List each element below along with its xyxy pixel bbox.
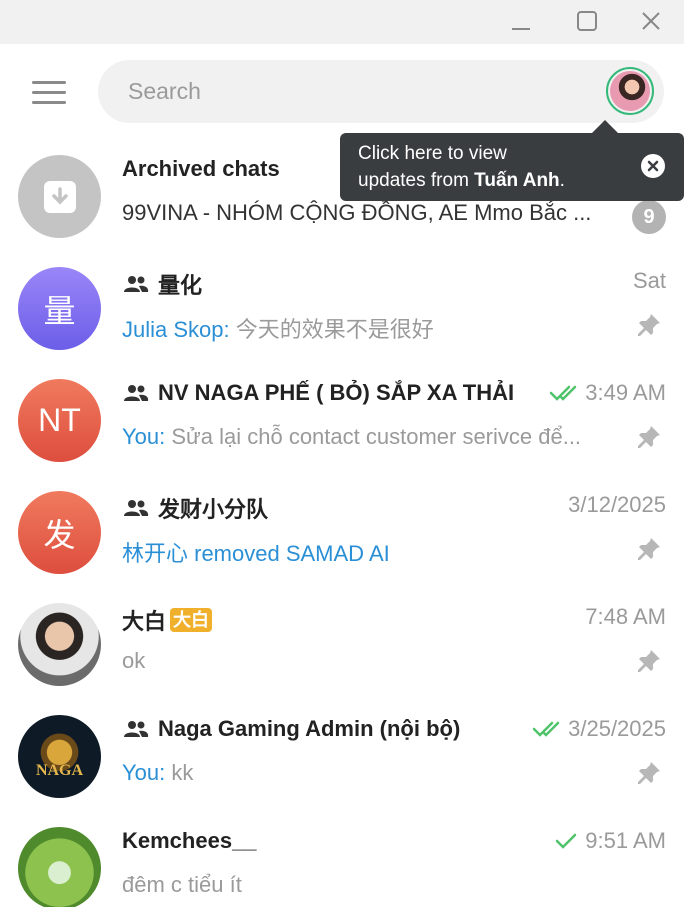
hamburger-menu-icon[interactable] bbox=[28, 76, 70, 108]
chat-title: Archived chats bbox=[122, 156, 280, 181]
single-check-icon bbox=[549, 831, 581, 851]
pin-icon bbox=[636, 312, 662, 338]
minimize-icon[interactable] bbox=[506, 6, 536, 36]
pin-icon bbox=[636, 536, 662, 562]
title-bar bbox=[0, 0, 684, 44]
chat-time: 3/25/2025 bbox=[532, 716, 666, 742]
chat-time: 9:51 AM bbox=[549, 828, 666, 854]
chat-preview: Julia Skop: 今天的效果不是很好 bbox=[122, 317, 434, 342]
pin-icon bbox=[636, 760, 662, 786]
chat-preview: You: kk bbox=[122, 760, 194, 785]
avatar: NT bbox=[18, 379, 101, 462]
group-icon bbox=[122, 382, 150, 404]
unread-badge: 9 bbox=[632, 200, 666, 234]
story-tooltip: Click here to view updates from Tuấn Anh… bbox=[340, 120, 684, 201]
double-check-icon bbox=[549, 383, 581, 403]
double-check-icon bbox=[532, 719, 564, 739]
pin-icon bbox=[636, 648, 662, 674]
avatar bbox=[18, 827, 101, 907]
story-avatar[interactable] bbox=[606, 67, 654, 115]
tooltip-line2: updates from Tuấn Anh. bbox=[358, 170, 565, 191]
chat-row[interactable]: NT NV NAGA PHẾ ( BỎ) SẮP XA THẢI 3:49 AM… bbox=[0, 350, 684, 462]
group-icon bbox=[122, 497, 150, 519]
chat-title: NV NAGA PHẾ ( BỎ) SẮP XA THẢI bbox=[122, 380, 514, 406]
chat-time: 7:48 AM bbox=[585, 604, 666, 629]
chat-row[interactable]: NAGA Naga Gaming Admin (nội bộ) 3/25/202… bbox=[0, 686, 684, 798]
maximize-icon[interactable] bbox=[572, 6, 602, 36]
chat-title: Naga Gaming Admin (nội bộ) bbox=[122, 716, 460, 742]
chat-row[interactable]: 量 量化 Sat Julia Skop: 今天的效果不是很好 bbox=[0, 238, 684, 350]
chat-time: Sat bbox=[632, 268, 666, 293]
avatar: NAGA bbox=[18, 715, 101, 798]
chat-row[interactable]: 大白 大白 7:48 AM ok bbox=[0, 574, 684, 686]
chat-title: Kemchees__ bbox=[122, 828, 257, 853]
chat-preview: đêm c tiểu ít bbox=[122, 872, 242, 897]
avatar: 量 bbox=[18, 267, 101, 350]
chat-row[interactable]: 发 发财小分队 3/12/2025 林开心 removed SAMAD AI bbox=[0, 462, 684, 574]
title-tag: 大白 bbox=[170, 608, 213, 632]
chat-title: 大白 大白 bbox=[122, 604, 213, 636]
chat-preview: You: Sửa lại chỗ contact customer serivc… bbox=[122, 424, 582, 449]
pin-icon bbox=[636, 424, 662, 450]
avatar: 发 bbox=[18, 491, 101, 574]
chat-preview: 99VINA - NHÓM CỘNG ĐỒNG, AE Mmo Bắc ... bbox=[122, 200, 592, 225]
chat-title: 量化 bbox=[122, 268, 202, 300]
search-bar[interactable] bbox=[98, 60, 664, 123]
tooltip-line1: Click here to view bbox=[358, 143, 507, 164]
chat-time: 3:49 AM bbox=[549, 380, 666, 406]
tooltip-close-icon[interactable] bbox=[641, 154, 665, 178]
chat-title: 发财小分队 bbox=[122, 492, 268, 524]
svg-text:NAGA: NAGA bbox=[36, 762, 84, 779]
chat-time: 3/12/2025 bbox=[568, 492, 666, 517]
archive-icon bbox=[18, 155, 101, 238]
close-icon[interactable] bbox=[636, 6, 666, 36]
chat-preview: 林开心 removed SAMAD AI bbox=[122, 541, 390, 566]
chat-row[interactable]: Kemchees__ 9:51 AM đêm c tiểu ít bbox=[0, 798, 684, 907]
group-icon bbox=[122, 273, 150, 295]
avatar bbox=[18, 603, 101, 686]
chat-preview: ok bbox=[122, 648, 146, 673]
group-icon bbox=[122, 718, 150, 740]
search-input[interactable] bbox=[128, 60, 588, 123]
